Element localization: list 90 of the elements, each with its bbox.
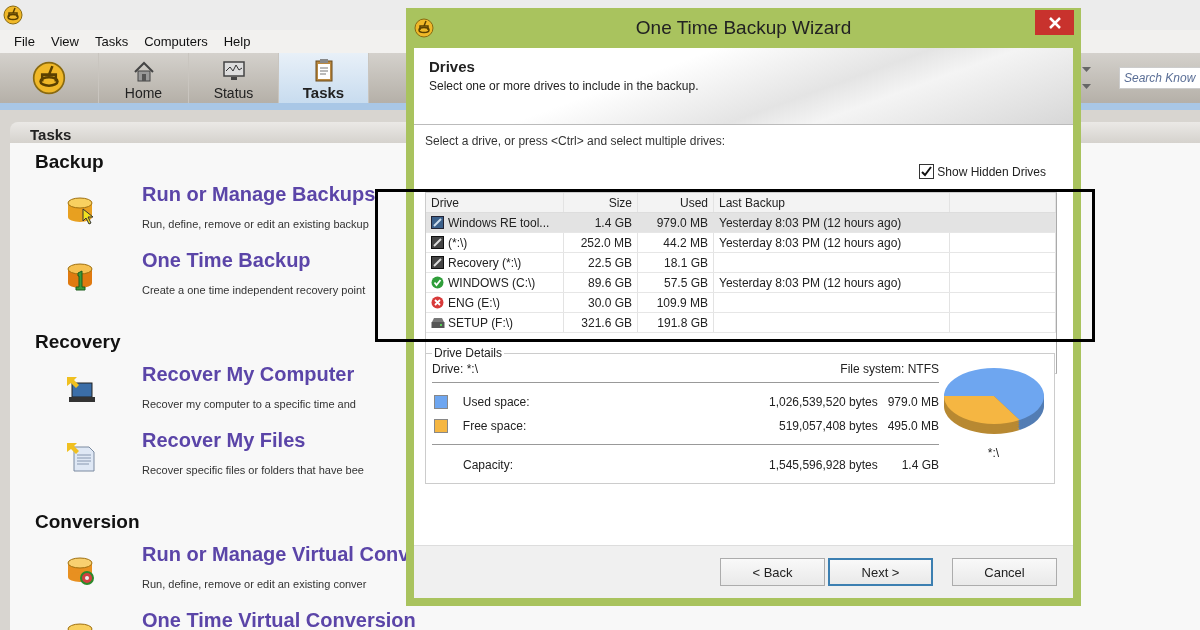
- removable-drive-icon: [431, 316, 445, 329]
- disk-disc-icon: [65, 555, 97, 587]
- table-cell: Windows RE tool...: [448, 215, 550, 230]
- field-label: Used space:: [462, 395, 531, 409]
- menu-item[interactable]: File: [6, 34, 43, 49]
- drive-icon: [431, 256, 445, 269]
- page-title: Drives: [429, 58, 476, 76]
- task-link[interactable]: Recover My Files: [142, 430, 364, 450]
- menu-item[interactable]: View: [42, 34, 87, 49]
- field-label: Free space:: [462, 419, 528, 433]
- table-cell: 30.0 GB: [564, 293, 638, 312]
- field-value: 495.0 MB: [886, 419, 939, 433]
- table-cell: ENG (E:\): [448, 295, 500, 310]
- field-value: 1,026,539,520 bytes: [768, 395, 878, 409]
- table-row[interactable]: Recovery (*:\) 22.5 GB 18.1 GB: [426, 253, 1056, 273]
- wizard-button[interactable]: < Back: [720, 558, 825, 586]
- table-row[interactable]: Windows RE tool... 1.4 GB 979.0 MB Yesterday 8:03 PM (12 hours ago): [426, 213, 1056, 233]
- table-row[interactable]: SETUP (F:\) 321.6 GB 191.8 GB: [426, 313, 1056, 333]
- task-description: Run, define, remove or edit an existing conver: [142, 577, 368, 592]
- table-row[interactable]: (*:\) 252.0 MB 44.2 MB Yesterday 8:03 PM (12 hours ago): [426, 233, 1056, 253]
- search-field[interactable]: Search Know: [1119, 67, 1200, 89]
- table-cell: 18.1 GB: [638, 253, 714, 272]
- dropdown-arrow-icon: [1082, 84, 1091, 89]
- menu-item[interactable]: Computers: [136, 34, 216, 49]
- dropdown-arrow-icon: [1082, 67, 1091, 72]
- task-description: Create a one time independent recovery point: [142, 283, 366, 298]
- app-icon: [414, 18, 434, 38]
- wizard-button[interactable]: Next >: [828, 558, 933, 586]
- table-cell: 191.8 GB: [638, 313, 714, 332]
- table-cell: 321.6 GB: [564, 313, 638, 332]
- close-button[interactable]: [1035, 10, 1074, 35]
- section-heading: Recovery: [35, 330, 121, 354]
- column-header[interactable]: Last Backup: [714, 193, 950, 212]
- drive-icon: [431, 216, 445, 229]
- close-icon: [1048, 16, 1061, 29]
- drive-label: Drive: *:\: [432, 361, 478, 378]
- table-cell: 57.5 GB: [638, 273, 714, 292]
- table-cell: Yesterday 8:03 PM (12 hours ago): [719, 275, 902, 290]
- field-label: Capacity:: [462, 458, 515, 472]
- error-icon: [431, 296, 445, 309]
- task-description: Recover specific files or folders that have bee: [142, 463, 364, 478]
- success-icon: [431, 276, 445, 289]
- wizard-button[interactable]: Cancel: [952, 558, 1057, 586]
- chart-label: *:\: [987, 446, 1000, 460]
- document-icon: [65, 441, 97, 473]
- table-cell: 252.0 MB: [564, 233, 638, 252]
- file-system-label: File system: NTFS: [840, 361, 939, 378]
- table-row[interactable]: ENG (E:\) 30.0 GB 109.9 MB: [426, 293, 1056, 313]
- table-cell: WINDOWS (C:\): [448, 275, 536, 290]
- table-cell: 979.0 MB: [638, 213, 714, 232]
- monitor-icon: [221, 59, 246, 83]
- table-cell: (*:\): [448, 235, 468, 250]
- table-cell: 1.4 GB: [564, 213, 638, 232]
- table-cell: 89.6 GB: [564, 273, 638, 292]
- table-cell: SETUP (F:\): [448, 315, 514, 330]
- section-heading: Backup: [35, 150, 104, 174]
- column-header[interactable]: Size: [564, 193, 638, 212]
- column-header[interactable]: Used: [638, 193, 714, 212]
- task-link[interactable]: Run or Manage Backups: [142, 184, 376, 204]
- menu-item[interactable]: Help: [215, 34, 259, 49]
- check-icon: [921, 166, 933, 177]
- app-icon: [3, 5, 23, 25]
- toolbar-tab[interactable]: Home: [99, 53, 189, 103]
- checkbox[interactable]: [919, 164, 935, 179]
- app-logo-icon: [32, 61, 66, 95]
- table-cell: 44.2 MB: [638, 233, 714, 252]
- task-link[interactable]: Recover My Computer: [142, 364, 356, 384]
- task-link[interactable]: One Time Virtual Conversion: [142, 610, 416, 630]
- drive-icon: [431, 236, 445, 249]
- toolbar-tab[interactable]: Tasks: [279, 53, 369, 103]
- field-value: 1,545,596,928 bytes: [768, 458, 878, 472]
- menu-item[interactable]: Tasks: [86, 34, 137, 49]
- table-cell: Yesterday 8:03 PM (12 hours ago): [719, 235, 902, 250]
- section-heading: Conversion: [35, 510, 140, 534]
- table-cell: Yesterday 8:03 PM (12 hours ago): [719, 215, 902, 230]
- table-cell: Recovery (*:\): [448, 255, 522, 270]
- task-link[interactable]: One Time Backup: [142, 250, 366, 270]
- checkbox-label[interactable]: Show Hidden Drives: [937, 164, 1046, 179]
- group-title: Drive Details: [433, 346, 503, 360]
- table-cell: 109.9 MB: [638, 293, 714, 312]
- field-value: 519,057,408 bytes: [778, 419, 878, 433]
- table-cell: 22.5 GB: [564, 253, 638, 272]
- page-subtitle: Select one or more drives to include in the backup.: [429, 79, 700, 93]
- window-title: One Time Backup Wizard: [634, 17, 853, 39]
- task-description: Recover my computer to a specific time and: [142, 397, 356, 412]
- column-header[interactable]: Drive: [426, 193, 564, 212]
- field-value: 979.0 MB: [886, 395, 939, 409]
- table-row[interactable]: WINDOWS (C:\) 89.6 GB 57.5 GB Yesterday 8:03 PM (12 hours ago): [426, 273, 1056, 293]
- field-value: 1.4 GB: [900, 458, 939, 472]
- task-description: Run, define, remove or edit an existing backup: [142, 217, 370, 232]
